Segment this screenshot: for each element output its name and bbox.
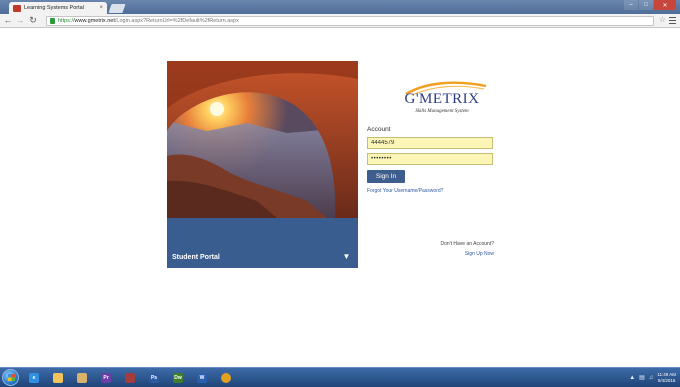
forward-arrow-icon[interactable]: → (15, 15, 25, 26)
clock[interactable]: 11:49 AM 5/4/2016 (657, 372, 676, 384)
taskbar-app-dreamweaver[interactable]: Dw (169, 370, 187, 385)
windows-logo-icon (8, 374, 15, 381)
photoshop-icon: Ps (149, 372, 159, 383)
taskbar-app-ie[interactable]: e (25, 370, 43, 385)
folder-icon (77, 372, 87, 383)
tab-close-icon[interactable]: × (99, 5, 103, 11)
word-icon: W (197, 372, 207, 383)
taskbar-app-word[interactable]: W (193, 370, 211, 385)
ie-icon: e (29, 372, 39, 383)
taskbar-app-media[interactable] (121, 370, 139, 385)
window-controls: – □ ✕ (623, 0, 676, 11)
taskbar-app-folder[interactable] (73, 370, 91, 385)
browser-titlebar: Learning Systems Portal × – □ ✕ (0, 0, 680, 14)
new-tab-button[interactable] (108, 4, 126, 13)
browser-toolbar: ← → ↻ https://www.gmetrix.net/Login.aspx… (0, 14, 680, 28)
taskbar-app-chrome[interactable] (217, 370, 235, 385)
url-text: https://www.gmetrix.net/Login.aspx?Retur… (58, 18, 239, 24)
start-button[interactable] (2, 369, 19, 386)
student-portal-card[interactable]: Student Portal ▼ (167, 61, 358, 268)
close-window-button[interactable]: ✕ (654, 0, 676, 10)
portal-label: Student Portal (172, 254, 220, 261)
tray-arrow-icon[interactable]: ▲ (629, 375, 635, 381)
tab-favicon-icon (13, 4, 21, 12)
password-input[interactable] (367, 153, 493, 165)
lock-icon (50, 18, 55, 24)
maximize-button[interactable]: □ (639, 0, 653, 10)
minimize-button[interactable]: – (624, 0, 638, 10)
explorer-icon (53, 372, 63, 383)
address-bar[interactable]: https://www.gmetrix.net/Login.aspx?Retur… (46, 16, 654, 26)
back-arrow-icon[interactable]: ← (3, 15, 13, 26)
sign-in-button[interactable]: Sign In (367, 170, 405, 183)
no-account-text: Don't Have an Account? (440, 241, 495, 247)
tab-title: Learning Systems Portal (24, 5, 84, 11)
system-tray: ▲ ▤ ♫ 11:49 AM 5/4/2016 (629, 370, 676, 386)
username-input[interactable] (367, 137, 493, 149)
reload-icon[interactable]: ↻ (28, 15, 38, 26)
bookmark-star-icon[interactable]: ☆ (659, 16, 666, 24)
chrome-icon (221, 372, 231, 383)
dreamweaver-icon: Dw (173, 372, 183, 383)
taskbar-app-photoshop[interactable]: Ps (145, 370, 163, 385)
taskbar-app-explorer[interactable] (49, 370, 67, 385)
portal-photo (167, 61, 358, 218)
portal-footer: Student Portal ▼ (167, 218, 358, 268)
logo-tagline: Skills Management System (415, 109, 469, 114)
taskbar-app-premiere[interactable]: Pr (97, 370, 115, 385)
logo-wordmark: G'METRIX (404, 91, 480, 107)
account-label: Account (367, 126, 391, 133)
network-icon[interactable]: ▤ (639, 375, 645, 381)
volume-icon[interactable]: ♫ (649, 375, 654, 381)
browser-tab[interactable]: Learning Systems Portal × (9, 2, 107, 14)
menu-icon[interactable] (669, 17, 676, 24)
clock-date: 5/4/2016 (657, 378, 676, 383)
forgot-password-link[interactable]: Forgot Your Username/Password? (367, 188, 443, 194)
windows-taskbar: e Pr Ps Dw W ▲ ▤ ♫ 11:49 AM 5/4/2016 (0, 367, 680, 387)
sign-up-link[interactable]: Sign Up Now (420, 251, 494, 257)
premiere-icon: Pr (101, 372, 111, 383)
media-icon (125, 372, 135, 383)
portal-arrow-icon[interactable]: ▼ (342, 252, 351, 261)
gmetrix-logo: G'METRIX Skills Management System (386, 78, 501, 120)
